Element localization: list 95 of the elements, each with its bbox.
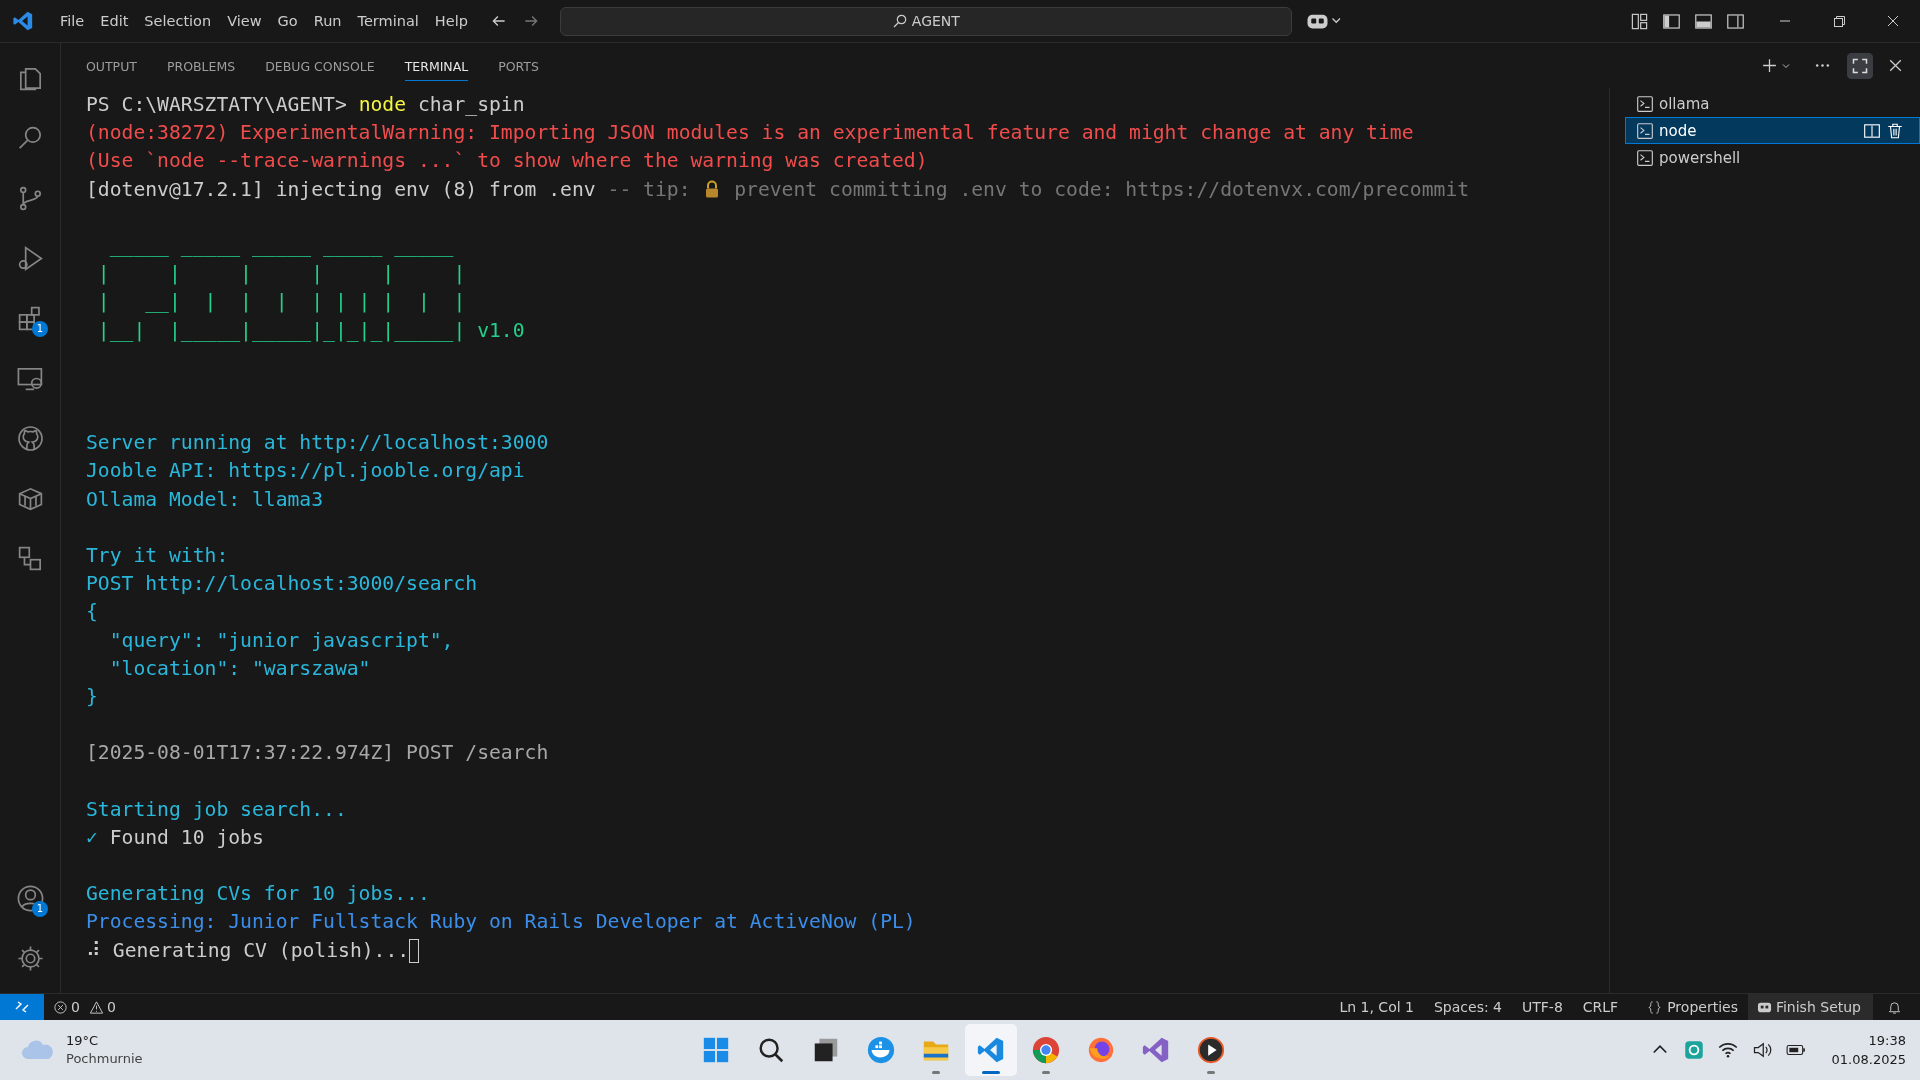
search-icon xyxy=(891,13,908,29)
secondary-sidebar-icon[interactable] xyxy=(1726,11,1745,31)
terminal-text: Found 10 jobs xyxy=(108,824,264,851)
start-icon xyxy=(701,1035,731,1065)
browser-icon xyxy=(1086,1035,1116,1065)
play-icon xyxy=(1196,1035,1226,1065)
terminal-text: ⠼ Generating CV (polish)... xyxy=(86,937,410,964)
terminal-text: Jooble API: https://pl.jooble.org/api xyxy=(86,458,525,485)
layout-icon[interactable] xyxy=(1630,11,1649,31)
menu-item[interactable]: Go xyxy=(269,9,306,33)
temperature: 19°C xyxy=(66,1032,100,1050)
menu-item[interactable]: Help xyxy=(426,9,476,33)
terminal-text: ✓ xyxy=(86,824,98,851)
terminal-icon xyxy=(1636,94,1654,113)
github-icon[interactable] xyxy=(15,423,45,453)
terminal-text: |__| |_____|_____|_|_|_|_____| xyxy=(96,317,466,344)
terminal-text: Generating CVs for 10 jobs... xyxy=(86,881,430,908)
settings-icon[interactable] xyxy=(15,943,45,973)
terminal-text: (Use `node --trace-warnings ...` to show where the warning was created) xyxy=(86,148,928,175)
menu-item[interactable]: Selection xyxy=(136,9,220,33)
terminal-text: _____ _____ _____ _____ _____ xyxy=(108,232,454,259)
weather-condition: Pochmurnie xyxy=(66,1050,143,1068)
tray-app-icon[interactable] xyxy=(1683,1040,1704,1060)
ide-icon xyxy=(1141,1035,1171,1065)
cloud-icon xyxy=(20,1038,56,1062)
terminal-text: Starting job search... xyxy=(86,796,347,823)
terminal-text: char_spin xyxy=(416,92,525,118)
status-item[interactable]: UTF-8 xyxy=(1522,999,1563,1015)
warning-icon[interactable] xyxy=(88,999,104,1015)
menu-item[interactable]: Edit xyxy=(92,9,137,33)
speaker-icon[interactable] xyxy=(1751,1040,1772,1060)
terminal-text: | | | | | | xyxy=(96,261,466,288)
menu-item[interactable]: Terminal xyxy=(349,9,427,33)
command-center-field[interactable]: AGENT xyxy=(559,6,1292,36)
terminal-text: Processing: Junior Fullstack Ruby on Rails Developer at ActiveNow (PL) xyxy=(86,909,916,936)
text-cursor xyxy=(409,938,420,963)
terminal-text: (node:38272) ExperimentalWarning: Importing JSON modules is an experimental feature and might change at any time xyxy=(86,120,1414,147)
terminal-list-item[interactable]: powershell xyxy=(1625,144,1920,171)
terminal-text: [dotenv@17.2.1] injecting env (8) from .env xyxy=(86,176,597,203)
bell-icon[interactable] xyxy=(1887,999,1902,1015)
terminal-text: PS C:\WARSZTATY\AGENT> xyxy=(86,92,348,118)
plus-icon[interactable] xyxy=(1761,57,1778,74)
panel-tab[interactable]: DEBUG CONSOLE xyxy=(265,50,375,81)
terminal-text: { xyxy=(86,599,98,626)
terminal-text: -- tip: xyxy=(607,176,692,203)
terminal-text: "location": "warszawa" xyxy=(108,655,371,682)
terminal-list-item[interactable]: node xyxy=(1625,117,1920,144)
terminal-text: Try it with: xyxy=(86,543,229,569)
braces-icon xyxy=(1647,999,1663,1015)
status-item[interactable]: CRLF xyxy=(1582,999,1619,1015)
terminal-text: Ollama Model: llama3 xyxy=(86,486,324,513)
status-item[interactable]: Properties xyxy=(1667,999,1738,1015)
clock[interactable]: 19:38 01.08.2025 xyxy=(1831,1031,1906,1069)
whale-icon xyxy=(866,1035,896,1065)
panel-tab[interactable]: TERMINAL xyxy=(404,50,469,81)
app-logo-icon xyxy=(12,10,34,32)
terminal-text: POST http://localhost:3000/search xyxy=(86,571,478,598)
badge-count: 1 xyxy=(32,321,48,337)
wifi-icon[interactable] xyxy=(1717,1040,1738,1060)
status-item[interactable]: Ln 1, Col 1 xyxy=(1339,999,1414,1015)
account-icon[interactable] xyxy=(15,883,45,913)
terminal-text: Server running at http://localhost:3000 xyxy=(86,430,549,457)
menu-item[interactable]: Run xyxy=(305,9,350,33)
terminal-list-item[interactable]: ollama xyxy=(1625,90,1920,117)
sidebar-toggle-icon[interactable] xyxy=(1662,11,1681,31)
badge-count: 1 xyxy=(32,901,48,917)
terminal-text: | __| | | | | | | | | | xyxy=(96,289,466,316)
terminal-text: [2025-08-01T17:37:22.974Z] POST /search xyxy=(86,740,549,767)
finish-setup-button[interactable]: Finish Setup xyxy=(1747,994,1873,1020)
code-editor-icon xyxy=(976,1035,1006,1065)
browser-icon xyxy=(1031,1035,1061,1065)
panel-toggle-icon[interactable] xyxy=(1694,11,1713,31)
status-item[interactable]: Spaces: 4 xyxy=(1433,999,1502,1015)
close-icon[interactable] xyxy=(1887,57,1904,74)
menu-item[interactable]: View xyxy=(219,9,270,33)
menu-item[interactable]: File xyxy=(52,9,93,33)
terminal-text: "query": "junior javascript", xyxy=(108,627,454,654)
trash-icon[interactable] xyxy=(1886,121,1904,140)
terminal-icon xyxy=(1636,148,1654,167)
terminal-text: prevent committing .env to code: https://dotenvx.com/precommit xyxy=(733,176,1470,203)
terminal-text: v1.0 xyxy=(476,317,525,344)
restore-icon[interactable] xyxy=(1831,13,1847,29)
terminal-text: node xyxy=(358,92,407,118)
panel-tab[interactable]: OUTPUT xyxy=(86,50,137,81)
panel-tab[interactable]: PROBLEMS xyxy=(166,50,236,81)
terminal-icon xyxy=(1636,121,1654,140)
maximize-panel-icon[interactable] xyxy=(1847,52,1873,79)
error-count[interactable]: 0 xyxy=(71,999,80,1015)
terminal-text: } xyxy=(86,683,98,710)
lock-icon xyxy=(704,180,721,200)
error-icon[interactable] xyxy=(53,999,68,1015)
close-icon[interactable] xyxy=(1885,13,1901,29)
split-icon[interactable] xyxy=(1863,121,1881,140)
warning-count[interactable]: 0 xyxy=(106,999,116,1015)
panel-tab[interactable]: PORTS xyxy=(498,50,539,81)
